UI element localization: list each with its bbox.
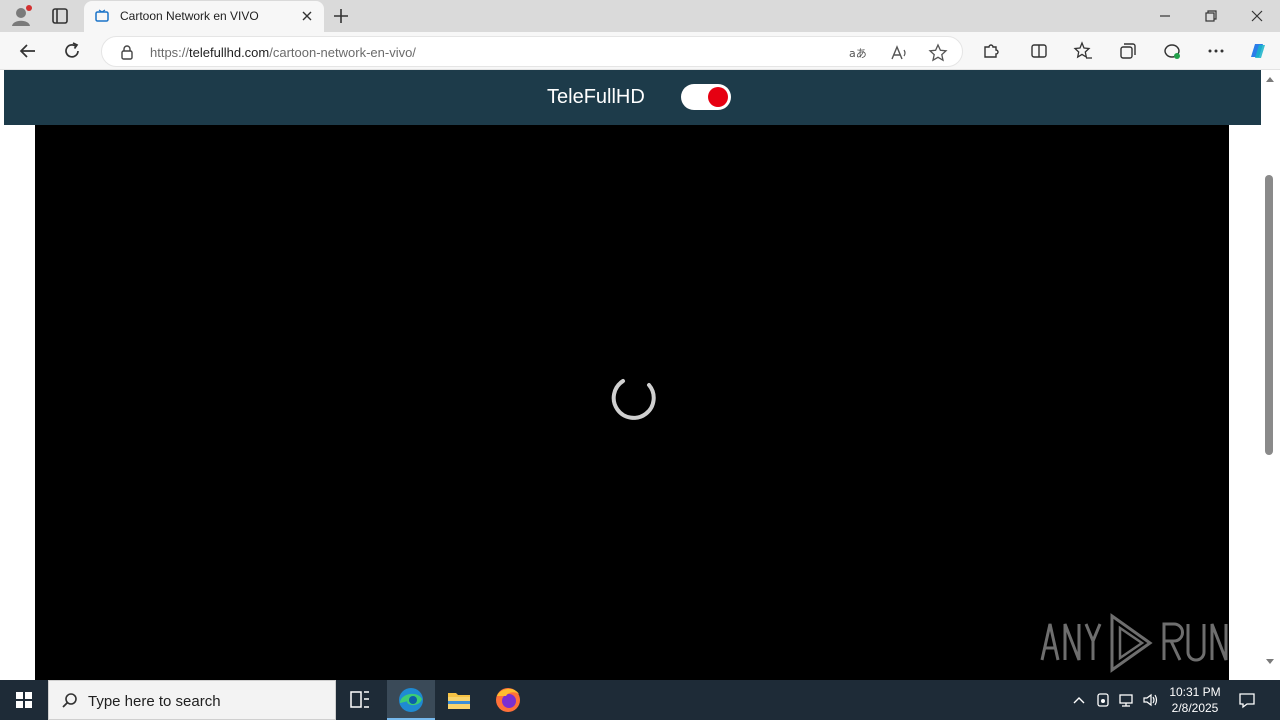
- extensions-icon[interactable]: [981, 41, 1001, 61]
- network-icon[interactable]: [1118, 692, 1134, 708]
- video-player[interactable]: [35, 125, 1229, 680]
- volume-icon[interactable]: [1142, 692, 1158, 708]
- favorite-star-icon[interactable]: [928, 43, 948, 63]
- clock-date: 2/8/2025: [1171, 701, 1219, 715]
- tab-close-icon[interactable]: [300, 9, 314, 23]
- tv-favicon-icon: [95, 9, 109, 23]
- firefox-icon[interactable]: [484, 680, 532, 720]
- clock-time: 10:31 PM: [1169, 685, 1221, 699]
- svg-text:aあ: aあ: [849, 47, 867, 60]
- url-text[interactable]: https://telefullhd.com/cartoon-network-e…: [150, 45, 416, 60]
- translate-icon[interactable]: aあ: [848, 43, 868, 63]
- close-window-icon[interactable]: [1247, 6, 1267, 26]
- browser-essentials-icon[interactable]: [1162, 41, 1182, 61]
- taskbar: Type here to search 10:31 PM 2/8/2025: [0, 680, 1280, 720]
- new-tab-button[interactable]: [331, 6, 351, 26]
- taskbar-search-box[interactable]: Type here to search: [48, 680, 336, 720]
- search-icon: [61, 692, 79, 710]
- toggle-knob: [708, 87, 728, 107]
- site-header: TeleFullHD: [4, 70, 1261, 125]
- page-scrollbar[interactable]: [1261, 70, 1280, 676]
- tray-app-icon[interactable]: [1095, 692, 1111, 708]
- copilot-icon[interactable]: [1246, 39, 1270, 63]
- profile-alert-dot: [26, 5, 32, 11]
- url-scheme: https://: [150, 45, 190, 60]
- edge-taskbar-icon[interactable]: [387, 680, 435, 720]
- file-explorer-icon[interactable]: [435, 680, 483, 720]
- anyrun-watermark-logo: [1040, 613, 1228, 673]
- back-arrow-icon[interactable]: [17, 40, 39, 62]
- refresh-icon[interactable]: [61, 40, 83, 62]
- read-aloud-icon[interactable]: [889, 43, 909, 63]
- collections-icon[interactable]: [1118, 41, 1138, 61]
- tab-strip: Cartoon Network en VIVO: [0, 0, 1280, 32]
- site-title[interactable]: TeleFullHD: [547, 86, 645, 109]
- split-screen-icon[interactable]: [1029, 41, 1049, 61]
- profile-icon[interactable]: [10, 5, 32, 27]
- taskbar-clock[interactable]: 10:31 PM 2/8/2025: [1166, 684, 1224, 716]
- url-path: /cartoon-network-en-vivo/: [269, 45, 416, 60]
- start-button[interactable]: [0, 680, 48, 720]
- favorites-icon[interactable]: [1073, 41, 1093, 61]
- address-bar[interactable]: https://telefullhd.com/cartoon-network-e…: [101, 36, 963, 67]
- loading-spinner-icon: [611, 379, 656, 420]
- more-options-icon[interactable]: [1206, 41, 1226, 61]
- search-placeholder: Type here to search: [88, 693, 221, 710]
- minimize-icon[interactable]: [1155, 6, 1175, 26]
- notifications-icon[interactable]: [1238, 691, 1256, 709]
- scroll-up-arrow-icon[interactable]: [1265, 75, 1275, 83]
- scroll-down-arrow-icon[interactable]: [1265, 658, 1275, 666]
- show-hidden-icons-chevron-icon[interactable]: [1071, 692, 1087, 708]
- theme-toggle[interactable]: [681, 84, 731, 110]
- tab-title: Cartoon Network en VIVO: [120, 9, 259, 23]
- task-view-button[interactable]: [336, 680, 384, 720]
- lock-icon[interactable]: [119, 44, 135, 60]
- scroll-thumb[interactable]: [1265, 175, 1273, 455]
- navigation-bar: https://telefullhd.com/cartoon-network-e…: [0, 32, 1280, 70]
- tab-cartoon-network[interactable]: Cartoon Network en VIVO: [84, 1, 324, 32]
- url-host: telefullhd.com: [189, 45, 270, 60]
- restore-icon[interactable]: [1201, 6, 1221, 26]
- page-viewport: TeleFullHD: [0, 70, 1280, 680]
- tab-actions-icon[interactable]: [50, 6, 70, 26]
